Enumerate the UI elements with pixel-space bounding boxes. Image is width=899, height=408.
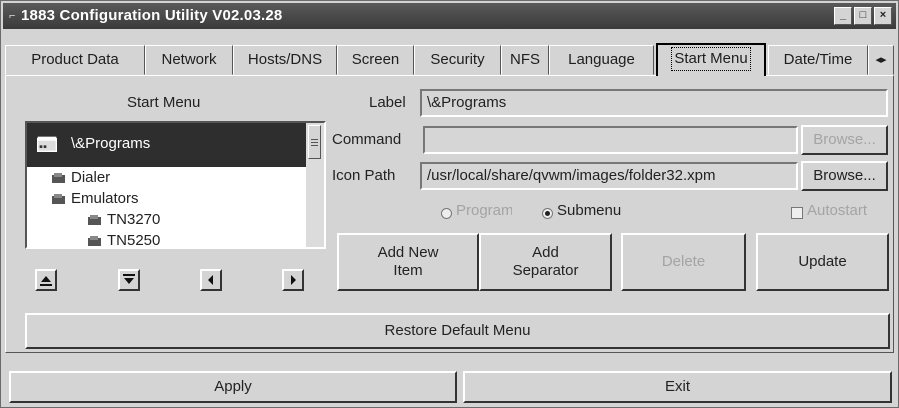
system-menu-icon[interactable]: ⌐ <box>9 10 15 22</box>
apply-button[interactable]: Apply <box>9 371 457 403</box>
tab-nfs[interactable]: NFS <box>501 45 549 75</box>
move-down-button[interactable] <box>118 269 140 291</box>
tree-item-tn3270[interactable]: TN3270 <box>87 211 160 228</box>
autostart-label: Autostart <box>807 202 868 219</box>
tree-item-tn5250[interactable]: TN5250 <box>87 232 160 247</box>
autostart-checkbox[interactable] <box>791 207 803 219</box>
scrollbar-thumb[interactable] <box>308 125 321 159</box>
icon-path-caption: Icon Path <box>332 167 396 184</box>
move-right-button[interactable] <box>282 269 304 291</box>
config-window: ⌐ 1883 Configuration Utility V02.03.28 _… <box>0 0 899 408</box>
maximize-icon[interactable]: □ <box>854 7 872 25</box>
tree-item-selected[interactable]: \&Programs <box>27 123 308 167</box>
start-menu-heading: Start Menu <box>127 94 201 111</box>
title-bar[interactable]: ⌐ 1883 Configuration Utility V02.03.28 _… <box>3 3 896 29</box>
start-menu-tree[interactable]: \&Programs Dialer Emulators TN3270 TN525… <box>25 121 326 249</box>
program-radio[interactable] <box>441 208 452 219</box>
left-arrow-icon <box>208 275 213 285</box>
down-arrow-icon <box>123 274 135 284</box>
command-caption: Command <box>332 131 402 148</box>
program-radio-label: Program <box>456 202 512 219</box>
close-icon[interactable]: × <box>874 7 892 25</box>
tab-hosts-dns[interactable]: Hosts/DNS <box>233 45 337 75</box>
program-group-icon <box>37 136 57 153</box>
icon-path-field[interactable]: /usr/local/share/qvwm/images/folder32.xp… <box>420 162 798 190</box>
update-button[interactable]: Update <box>756 233 889 291</box>
tab-language[interactable]: Language <box>549 45 654 75</box>
tab-security[interactable]: Security <box>414 45 501 75</box>
folder-icon <box>52 194 65 205</box>
add-new-item-button[interactable]: Add New Item <box>337 233 479 291</box>
move-left-button[interactable] <box>200 269 222 291</box>
folder-icon <box>88 236 101 247</box>
minimize-icon[interactable]: _ <box>834 7 852 25</box>
folder-icon <box>88 215 101 226</box>
up-arrow-icon <box>40 276 52 286</box>
window-title: 1883 Configuration Utility V02.03.28 <box>21 7 283 24</box>
command-browse-button[interactable]: Browse... <box>801 125 888 155</box>
right-arrow-icon <box>291 275 296 285</box>
submenu-radio-label: Submenu <box>557 202 622 219</box>
tab-screen[interactable]: Screen <box>337 45 414 75</box>
add-separator-button[interactable]: Add Separator <box>479 233 612 291</box>
tab-product-data[interactable]: Product Data <box>5 45 145 75</box>
icon-path-browse-button[interactable]: Browse... <box>801 161 888 191</box>
tab-start-menu[interactable]: Start Menu <box>656 43 766 76</box>
restore-default-menu-button[interactable]: Restore Default Menu <box>25 313 890 349</box>
command-field[interactable] <box>423 126 798 154</box>
submenu-radio[interactable] <box>542 208 553 219</box>
tree-scrollbar[interactable] <box>306 123 324 247</box>
tree-item-dialer[interactable]: Dialer <box>51 169 110 186</box>
exit-button[interactable]: Exit <box>463 371 892 403</box>
delete-button[interactable]: Delete <box>621 233 746 291</box>
folder-icon <box>52 173 65 184</box>
tree-item-emulators[interactable]: Emulators <box>51 190 139 207</box>
move-up-button[interactable] <box>35 269 57 291</box>
tab-date-time[interactable]: Date/Time <box>768 45 868 75</box>
tab-scroll-arrows-icon[interactable]: ◂▸ <box>868 45 894 75</box>
tab-network[interactable]: Network <box>145 45 233 75</box>
label-caption: Label <box>369 94 406 111</box>
label-field[interactable]: \&Programs <box>420 89 888 117</box>
